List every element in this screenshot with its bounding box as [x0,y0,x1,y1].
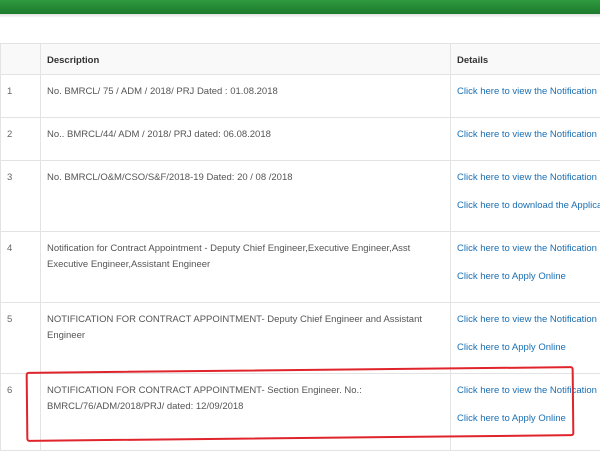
row-description: No. BMRCL/ 75 / ADM / 2018/ PRJ Dated : … [41,75,451,118]
apply-online-link[interactable]: Click here to Apply Online [457,271,594,283]
view-notification-link[interactable]: Click here to view the Notification [457,86,594,98]
view-notification-link[interactable]: Click here to view the Notification [457,385,594,397]
column-header-description: Description [41,44,451,75]
row-description: No.. BMRCL/44/ ADM / 2018/ PRJ dated: 06… [41,118,451,161]
row-details: Click here to view the Notification Clic… [451,232,600,303]
row-number: 4 [1,232,41,303]
header-accent-bar [0,0,600,14]
download-application-form-link[interactable]: Click here to download the Application f… [457,200,594,212]
view-notification-link[interactable]: Click here to view the Notification [457,314,594,326]
column-header-details: Details [451,44,600,75]
apply-online-link[interactable]: Click here to Apply Online [457,413,594,425]
row-number: 3 [1,161,41,232]
table-row: 2 No.. BMRCL/44/ ADM / 2018/ PRJ dated: … [1,118,600,161]
view-notification-link[interactable]: Click here to view the Notification [457,129,594,141]
apply-online-link[interactable]: Click here to Apply Online [457,342,594,354]
row-description: NOTIFICATION FOR CONTRACT APPOINTMENT- D… [41,303,451,374]
table-row: 6 NOTIFICATION FOR CONTRACT APPOINTMENT-… [1,374,600,451]
row-number: 5 [1,303,41,374]
table-header-row: Description Details [1,44,600,75]
row-description: Notification for Contract Appointment - … [41,232,451,303]
column-header-number [1,44,41,75]
notifications-table: Description Details 1 No. BMRCL/ 75 / AD… [0,43,600,451]
row-description: No. BMRCL/O&M/CSO/S&F/2018-19 Dated: 20 … [41,161,451,232]
row-details: Click here to view the Notification [451,75,600,118]
row-details: Click here to view the Notification Clic… [451,303,600,374]
row-details: Click here to view the Notification Clic… [451,161,600,232]
table-row: 3 No. BMRCL/O&M/CSO/S&F/2018-19 Dated: 2… [1,161,600,232]
table-row: 5 NOTIFICATION FOR CONTRACT APPOINTMENT-… [1,303,600,374]
view-notification-link[interactable]: Click here to view the Notification [457,243,594,255]
row-details: Click here to view the Notification [451,118,600,161]
row-description: NOTIFICATION FOR CONTRACT APPOINTMENT- S… [41,374,451,451]
table-row: 4 Notification for Contract Appointment … [1,232,600,303]
row-number: 1 [1,75,41,118]
row-number: 2 [1,118,41,161]
row-number: 6 [1,374,41,451]
header-shadow [0,14,600,18]
row-details: Click here to view the Notification Clic… [451,374,600,451]
table-row: 1 No. BMRCL/ 75 / ADM / 2018/ PRJ Dated … [1,75,600,118]
view-notification-link[interactable]: Click here to view the Notification [457,172,594,184]
